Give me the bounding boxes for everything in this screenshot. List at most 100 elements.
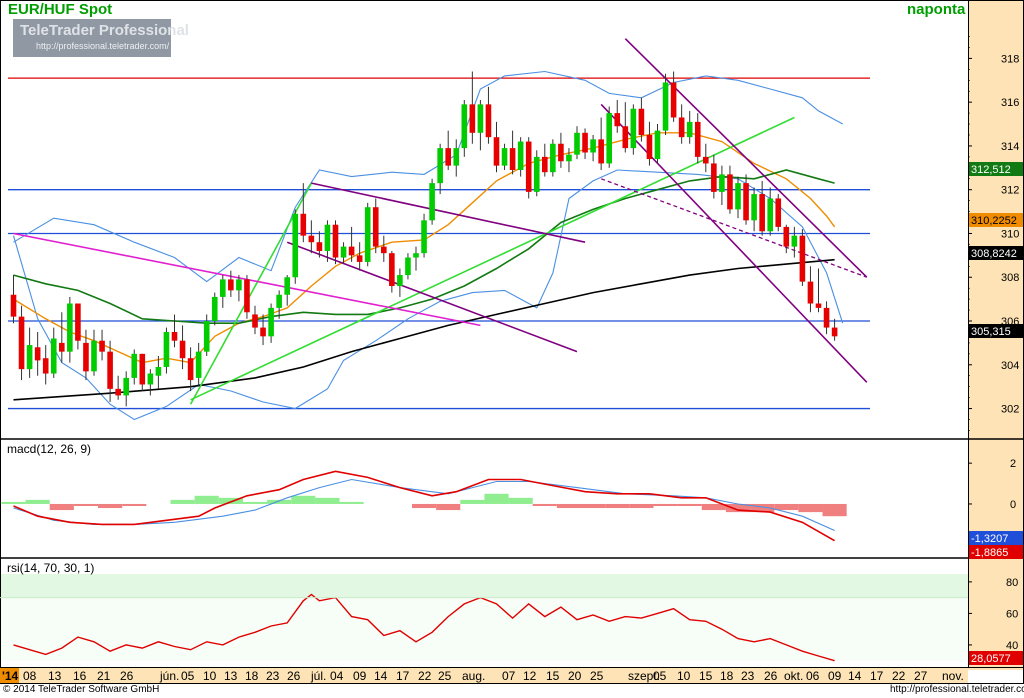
candle [799, 229, 806, 286]
candle [533, 150, 540, 197]
candle-body [719, 174, 725, 192]
candle [525, 137, 532, 199]
candle-body [493, 137, 500, 166]
badge-macd-text: -1,8865 [971, 547, 1008, 559]
candle-body [542, 156, 548, 173]
candle-body [284, 277, 290, 295]
candle [823, 301, 830, 335]
candle-body [107, 351, 113, 389]
macd-tick-label: 2 [1010, 458, 1016, 470]
candle [228, 270, 234, 297]
candle [550, 139, 556, 177]
x-tick-label: 14 [848, 669, 862, 683]
candle [654, 124, 661, 164]
candle [590, 134, 596, 162]
candle [469, 71, 476, 144]
candle [630, 104, 637, 155]
candle-body [75, 303, 81, 341]
x-tick-label: nov. [942, 669, 964, 683]
macd-histogram-bar [315, 497, 340, 504]
candle-body [10, 294, 17, 317]
eurhuf-chart: 30230430630831031231431631820-2806040312… [0, 0, 1024, 684]
candle-body [59, 342, 65, 352]
x-tick-label: 14 [374, 669, 388, 683]
macd-histogram-bar [798, 503, 823, 513]
candle [727, 165, 733, 214]
candle-body [703, 156, 709, 164]
price-tick-label: 310 [1001, 228, 1019, 240]
candle-body [759, 194, 765, 232]
candle-body [606, 113, 612, 164]
candle [139, 353, 146, 392]
candle-body [155, 366, 162, 376]
x-tick-label: 25 [438, 669, 452, 683]
macd-histogram-bar [194, 495, 219, 504]
candle [324, 220, 331, 262]
macd-pane-title: macd(12, 26, 9) [7, 442, 92, 456]
candle-body [276, 294, 282, 308]
candle [566, 148, 572, 173]
candle-body [694, 121, 701, 157]
candle-body [34, 347, 41, 361]
series-trend-purple-dashed [600, 178, 868, 278]
candle-body [429, 183, 435, 221]
candle [332, 220, 339, 265]
candle [694, 113, 701, 164]
x-tick-label: 13 [224, 669, 238, 683]
macd-histogram-bar [1, 501, 26, 504]
x-tick-label: 15 [699, 669, 713, 683]
candle-body [630, 108, 637, 149]
logo-url: http://professional.teletrader.com/ [36, 41, 170, 51]
candle [18, 305, 25, 381]
candle-body [211, 296, 218, 322]
candle-body [670, 82, 677, 118]
x-tick-label: júl. [310, 669, 326, 683]
candle [413, 246, 419, 271]
candle [807, 266, 814, 313]
x-tick-label: 08 [23, 669, 37, 683]
macd-histogram-bar [556, 503, 582, 509]
candle [606, 106, 612, 168]
x-tick-label: 09 [353, 669, 367, 683]
copyright-text: © 2014 TeleTrader Software GmbH [3, 684, 160, 695]
x-tick-label: 20 [568, 669, 582, 683]
candle-body [678, 117, 685, 138]
candle-body [791, 235, 798, 247]
candle-body [340, 246, 347, 258]
candle-body [598, 139, 604, 164]
candle [26, 327, 33, 378]
badge-rsi: 28,0577 [969, 651, 1023, 665]
candle [791, 226, 798, 258]
candle-body [783, 226, 790, 247]
badge-bollinger-upper-text: 312,512 [971, 164, 1011, 176]
logo-title: TeleTrader Professional [20, 22, 189, 39]
candle-body [799, 235, 806, 282]
candle-body [123, 377, 129, 396]
candle-body [461, 104, 468, 149]
macd-histogram-bar [170, 499, 195, 504]
badge-ma200-text: 308,8242 [971, 248, 1017, 260]
candle-body [332, 224, 339, 258]
candle [646, 121, 653, 166]
candle-body [381, 246, 387, 254]
candle [308, 220, 315, 254]
badge-ma200: 308,8242 [969, 246, 1023, 260]
candle [437, 143, 443, 195]
candle-body [203, 321, 210, 352]
candle-body [195, 351, 202, 378]
badge-bollinger-upper: 312,512 [969, 162, 1023, 176]
candle [509, 130, 516, 175]
candle-body [807, 281, 814, 304]
candle-body [131, 353, 138, 378]
price-tick-label: 314 [1001, 141, 1019, 153]
candle-body [477, 104, 484, 133]
candle-body [775, 198, 782, 227]
candle-body [324, 224, 331, 251]
candle [662, 73, 669, 135]
candle [445, 130, 451, 171]
macd-histogram-bar [460, 499, 485, 504]
price-tick-label: 302 [1001, 404, 1019, 416]
candle-body [389, 253, 395, 286]
candle [50, 327, 57, 378]
candle [99, 329, 105, 361]
